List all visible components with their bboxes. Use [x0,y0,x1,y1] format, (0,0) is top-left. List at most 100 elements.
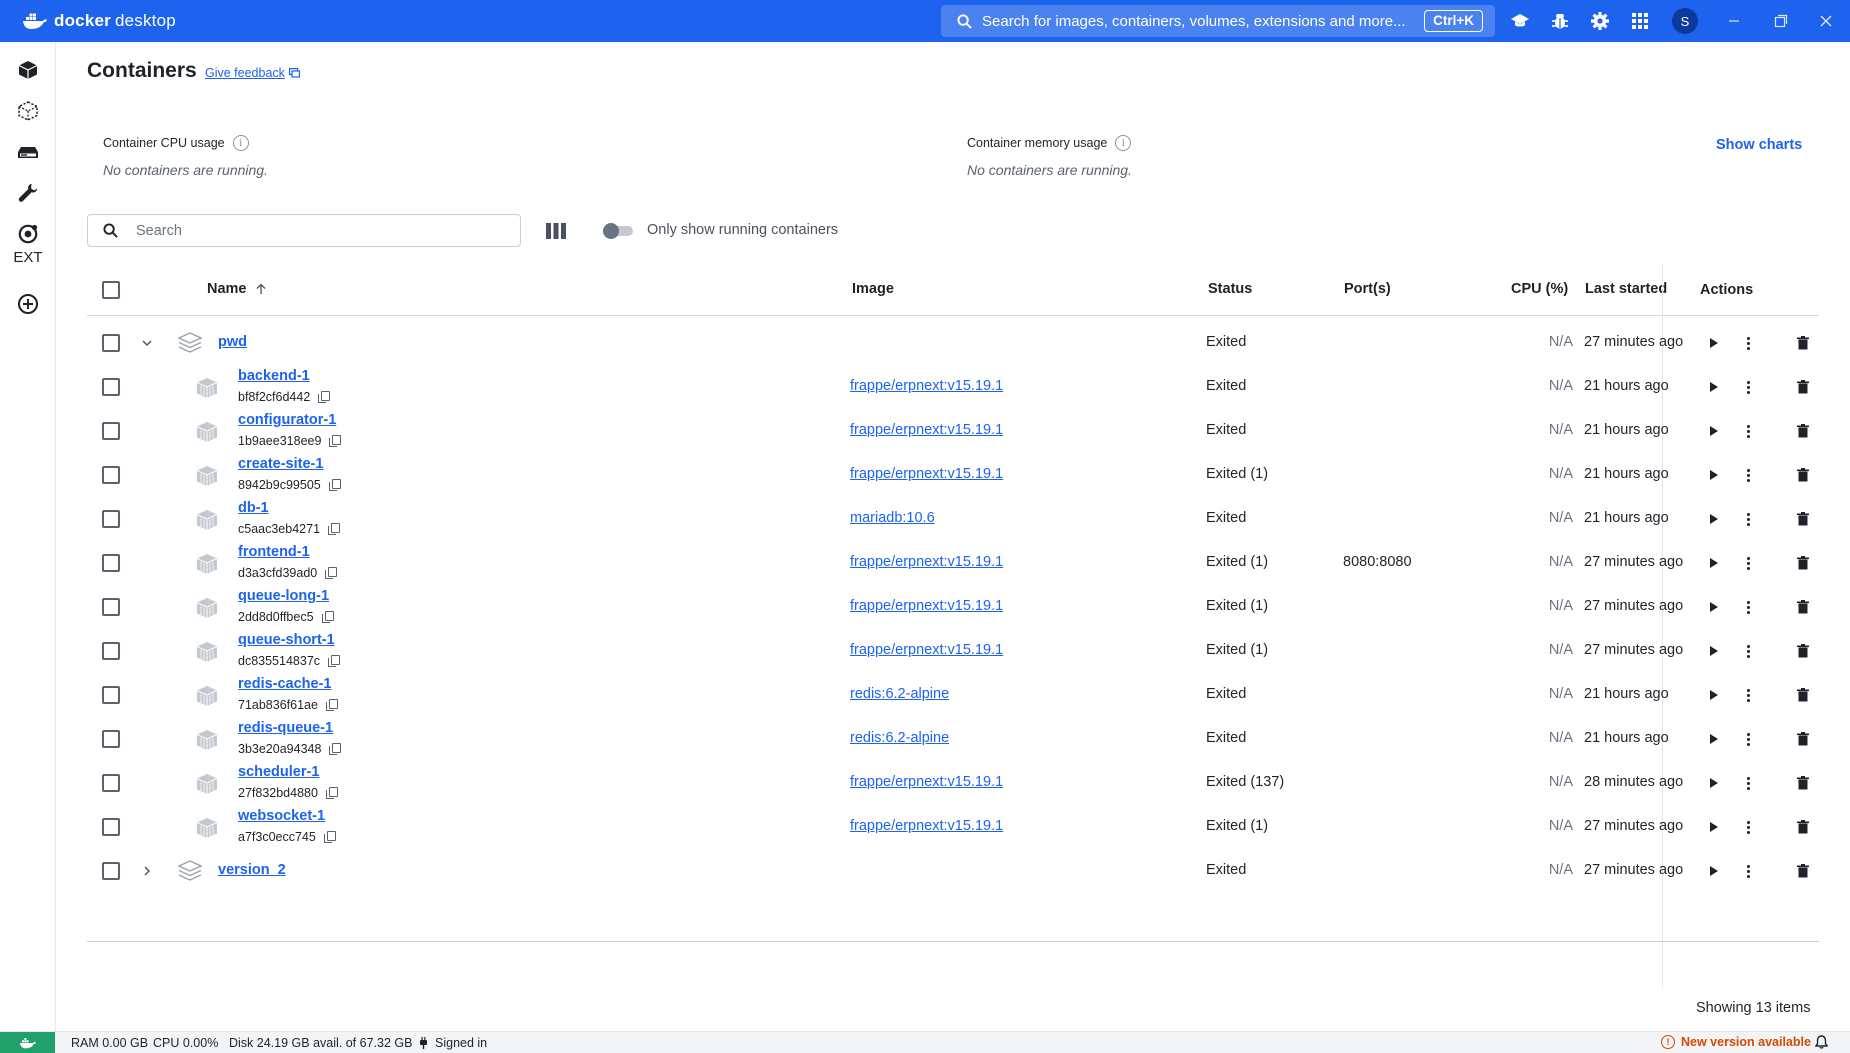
more-options-icon[interactable] [1738,465,1758,485]
more-options-icon[interactable] [1738,421,1758,441]
delete-icon[interactable] [1793,509,1813,529]
chevron-right-icon[interactable] [137,861,157,881]
user-avatar[interactable]: S [1672,8,1698,34]
learning-center-icon[interactable] [1509,10,1531,32]
row-checkbox[interactable] [102,686,120,704]
column-cpu[interactable]: CPU (%) [1511,281,1568,297]
image-link[interactable]: frappe/erpnext:v15.19.1 [850,422,1003,438]
copy-icon[interactable] [328,655,341,667]
more-options-icon[interactable] [1738,597,1758,617]
image-link[interactable]: frappe/erpnext:v15.19.1 [850,554,1003,570]
dev-environments-icon[interactable] [14,179,42,207]
copy-icon[interactable] [328,523,341,535]
start-icon[interactable] [1704,729,1724,749]
start-icon[interactable] [1704,333,1724,353]
delete-icon[interactable] [1793,465,1813,485]
info-icon[interactable]: i [232,135,249,151]
copy-icon[interactable] [329,435,342,447]
column-status[interactable]: Status [1208,281,1252,297]
row-checkbox[interactable] [102,774,120,792]
settings-gear-icon[interactable] [1589,10,1611,32]
start-icon[interactable] [1704,817,1724,837]
row-checkbox[interactable] [102,862,120,880]
docker-scout-icon[interactable] [14,220,42,248]
container-name[interactable]: websocket-1 [238,808,325,824]
ports-text[interactable]: 8080:8080 [1343,554,1412,570]
row-checkbox[interactable] [102,554,120,572]
start-icon[interactable] [1704,861,1724,881]
containers-icon[interactable] [14,56,42,84]
delete-icon[interactable] [1793,377,1813,397]
row-checkbox[interactable] [102,334,120,352]
notifications-bell-icon[interactable] [1815,1035,1828,1049]
minimize-icon[interactable] [1723,10,1745,32]
start-icon[interactable] [1704,377,1724,397]
show-charts-button[interactable]: Show charts [1716,137,1802,153]
start-icon[interactable] [1704,641,1724,661]
group-row-version-2[interactable]: version_2 Exited N/A 27 minutes ago [87,845,1819,897]
more-options-icon[interactable] [1738,817,1758,837]
info-icon[interactable]: i [1115,135,1132,151]
image-link[interactable]: redis:6.2-alpine [850,686,949,702]
volumes-icon[interactable] [14,138,42,166]
row-checkbox[interactable] [102,818,120,836]
group-name[interactable]: pwd [218,334,247,350]
container-name[interactable]: scheduler-1 [238,764,319,780]
container-name[interactable]: configurator-1 [238,412,336,428]
more-options-icon[interactable] [1738,377,1758,397]
troubleshoot-bug-icon[interactable] [1549,10,1571,32]
more-options-icon[interactable] [1738,729,1758,749]
image-link[interactable]: frappe/erpnext:v15.19.1 [850,598,1003,614]
copy-icon[interactable] [318,391,331,403]
copy-icon[interactable] [321,611,334,623]
image-link[interactable]: frappe/erpnext:v15.19.1 [850,818,1003,834]
image-link[interactable]: frappe/erpnext:v15.19.1 [850,642,1003,658]
close-icon[interactable] [1815,10,1837,32]
copy-icon[interactable] [328,479,341,491]
start-icon[interactable] [1704,465,1724,485]
start-icon[interactable] [1704,597,1724,617]
apps-grid-icon[interactable] [1629,10,1651,32]
image-link[interactable]: frappe/erpnext:v15.19.1 [850,466,1003,482]
delete-icon[interactable] [1793,553,1813,573]
container-search[interactable] [87,214,521,247]
chevron-down-icon[interactable] [137,333,157,353]
delete-icon[interactable] [1793,421,1813,441]
row-checkbox[interactable] [102,642,120,660]
engine-status-icon[interactable] [0,1031,55,1053]
more-options-icon[interactable] [1738,333,1758,353]
container-name[interactable]: create-site-1 [238,456,323,472]
maximize-icon[interactable] [1770,10,1792,32]
column-name[interactable]: Name [207,281,267,297]
start-icon[interactable] [1704,553,1724,573]
more-options-icon[interactable] [1738,685,1758,705]
container-name[interactable]: redis-queue-1 [238,720,333,736]
image-link[interactable]: frappe/erpnext:v15.19.1 [850,378,1003,394]
row-checkbox[interactable] [102,510,120,528]
copy-icon[interactable] [329,743,342,755]
delete-icon[interactable] [1793,817,1813,837]
image-link[interactable]: mariadb:10.6 [850,510,935,526]
start-icon[interactable] [1704,773,1724,793]
images-icon[interactable] [14,97,42,125]
row-checkbox[interactable] [102,422,120,440]
delete-icon[interactable] [1793,861,1813,881]
more-options-icon[interactable] [1738,641,1758,661]
delete-icon[interactable] [1793,685,1813,705]
add-extension-icon[interactable] [14,290,42,318]
row-checkbox[interactable] [102,730,120,748]
more-options-icon[interactable] [1738,861,1758,881]
delete-icon[interactable] [1793,773,1813,793]
column-last-started[interactable]: Last started [1585,281,1667,297]
columns-icon[interactable] [544,221,568,241]
delete-icon[interactable] [1793,729,1813,749]
search-input[interactable] [136,222,496,239]
container-name[interactable]: queue-short-1 [238,632,335,648]
copy-icon[interactable] [325,567,338,579]
image-link[interactable]: redis:6.2-alpine [850,730,949,746]
delete-icon[interactable] [1793,597,1813,617]
container-name[interactable]: db-1 [238,500,269,516]
start-icon[interactable] [1704,509,1724,529]
delete-icon[interactable] [1793,641,1813,661]
copy-icon[interactable] [325,699,338,711]
